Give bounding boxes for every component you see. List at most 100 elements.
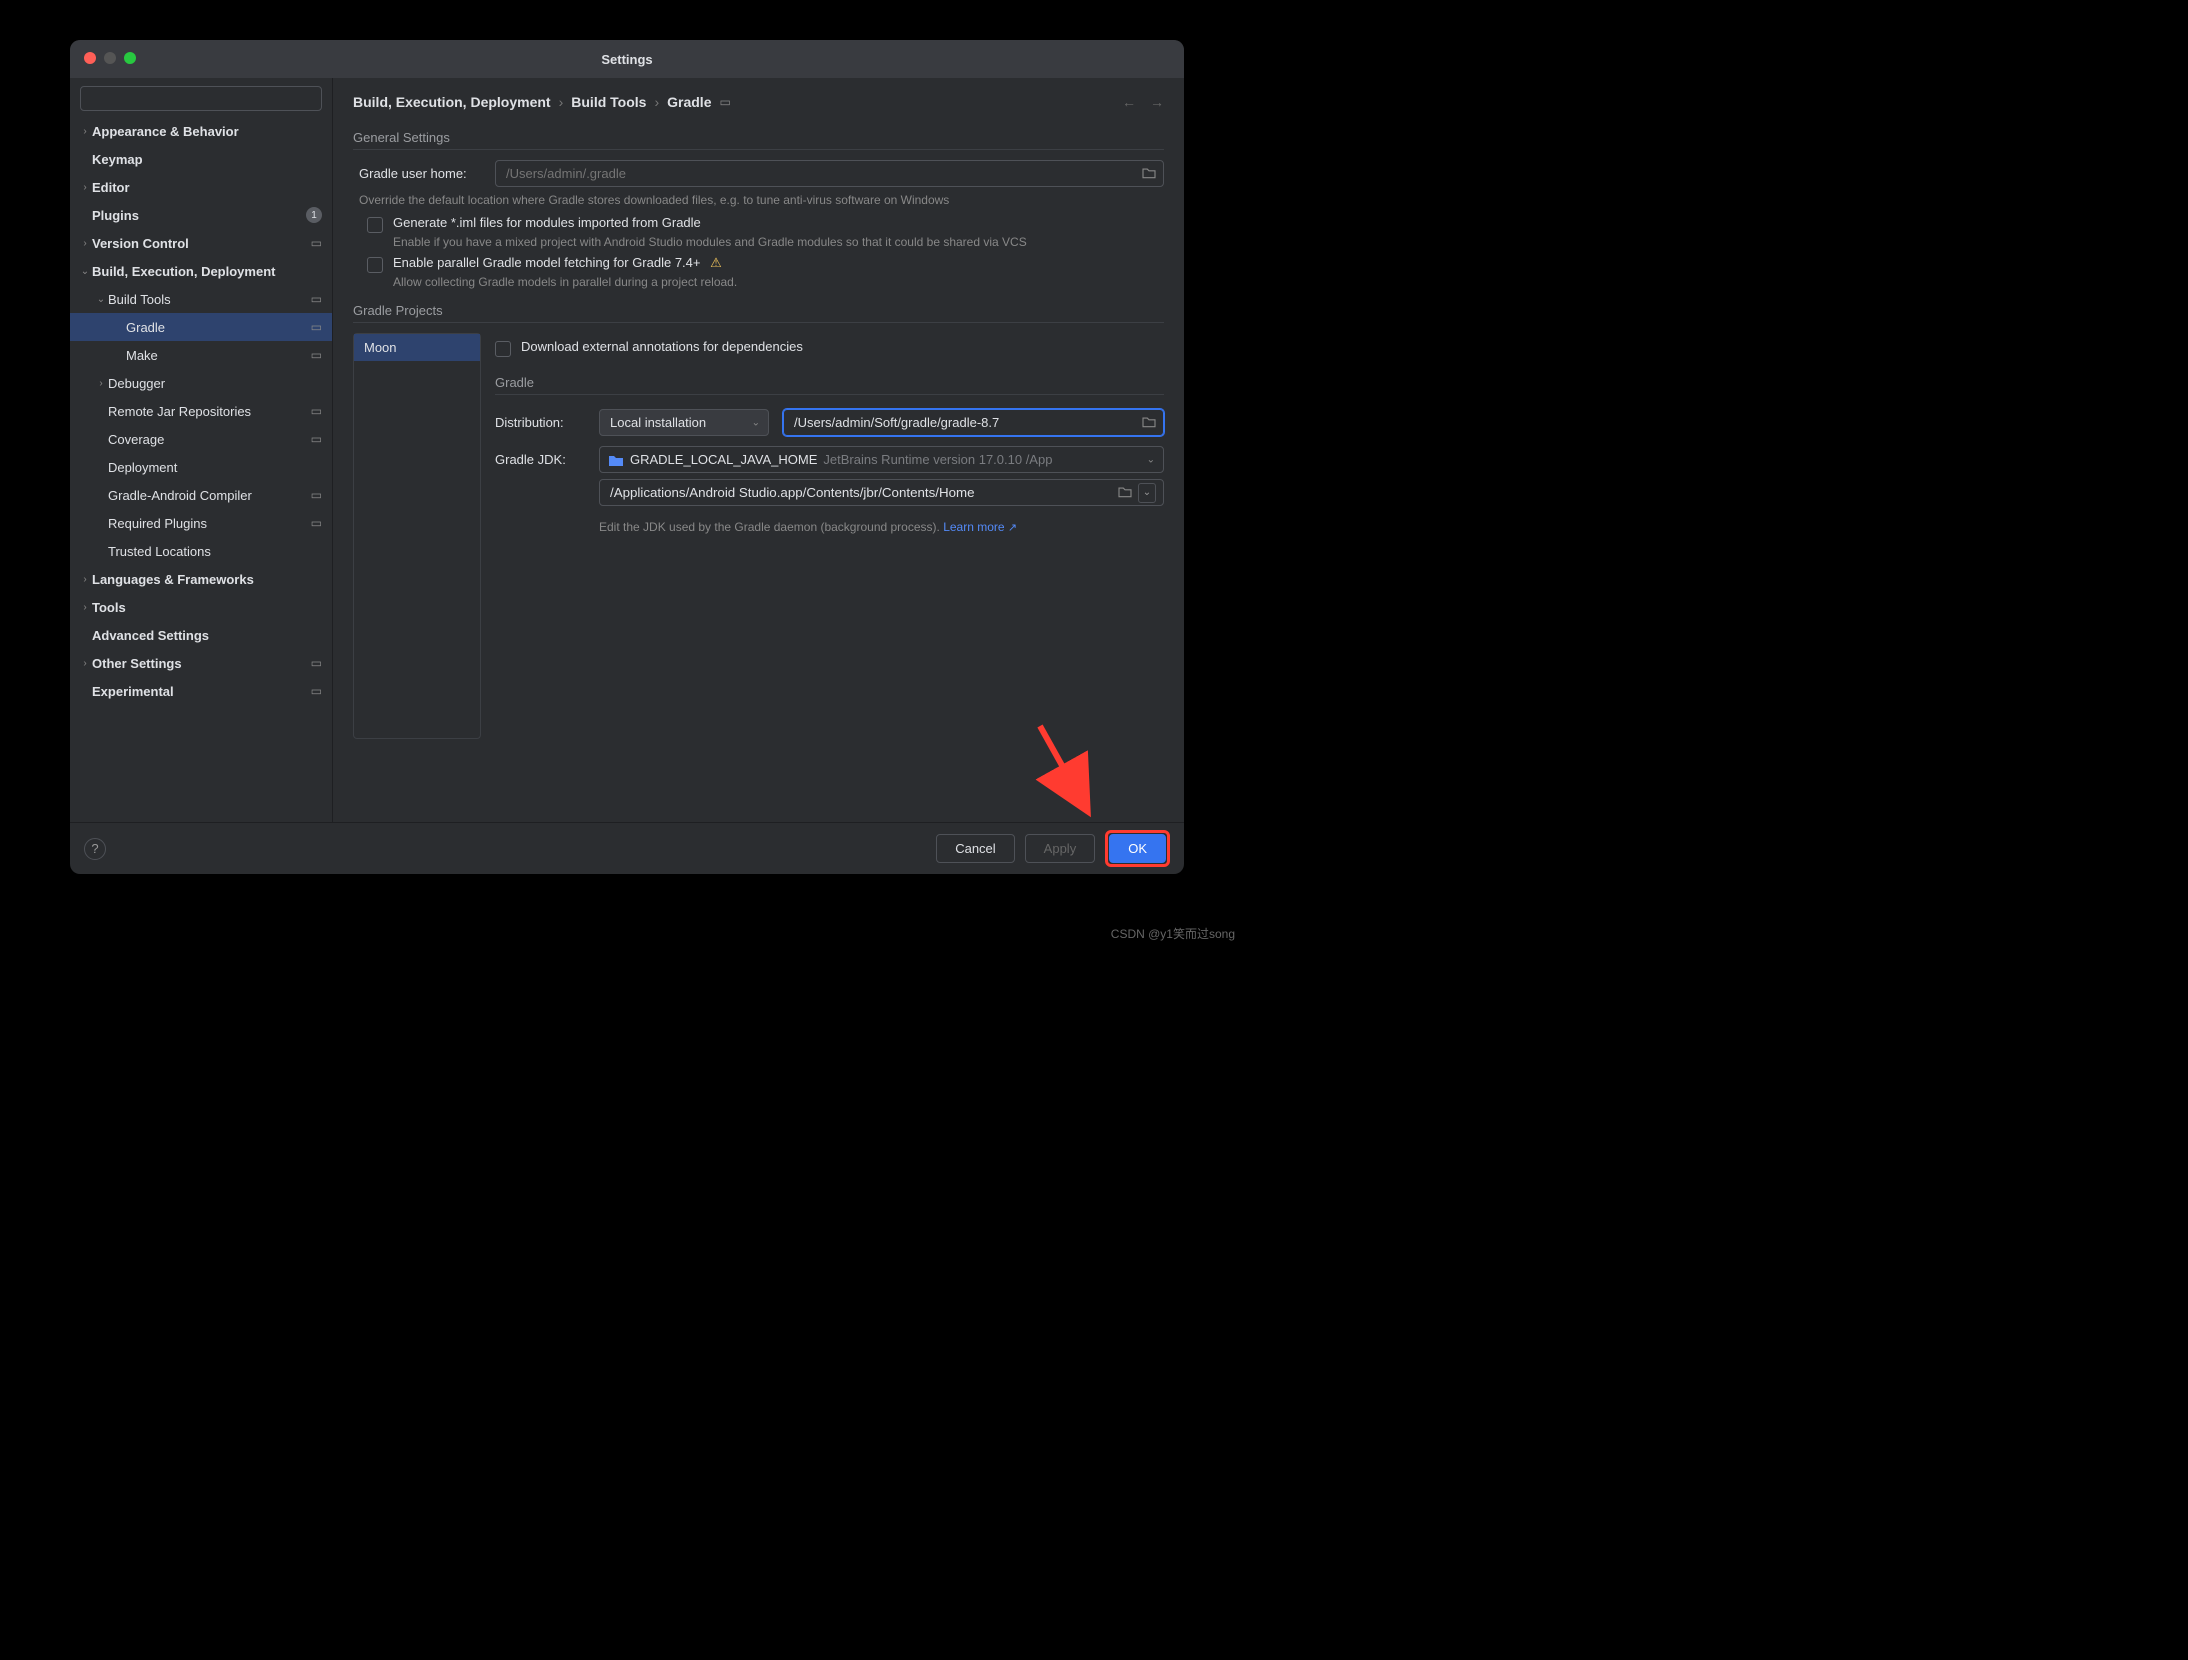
nav-back-button[interactable]: ← (1122, 94, 1136, 110)
sidebar-item-make[interactable]: Make▭ (70, 341, 332, 369)
sidebar-item-label: Build Tools (108, 292, 311, 307)
watermark: CSDN @y1笑而过song (1111, 925, 1235, 942)
jdk-select[interactable]: GRADLE_LOCAL_JAVA_HOME JetBrains Runtime… (599, 446, 1164, 473)
folder-icon[interactable] (1142, 415, 1156, 430)
project-scope-icon: ▭ (311, 684, 322, 698)
search-input[interactable] (80, 86, 322, 111)
settings-tree[interactable]: ›Appearance & BehaviorKeymap›EditorPlugi… (70, 115, 332, 822)
user-home-input[interactable] (495, 160, 1164, 187)
jdk-path-input[interactable] (599, 479, 1164, 506)
project-scope-icon: ▭ (311, 516, 322, 530)
chevron-down-icon: ⌄ (752, 417, 760, 428)
sidebar-item-label: Experimental (92, 684, 311, 699)
sidebar-item-remote-jar-repositories[interactable]: Remote Jar Repositories▭ (70, 397, 332, 425)
sidebar-item-build-execution-deployment[interactable]: ⌄Build, Execution, Deployment (70, 257, 332, 285)
sidebar-item-experimental[interactable]: Experimental▭ (70, 677, 332, 705)
gradle-subsection-title: Gradle (495, 375, 1164, 390)
sidebar-item-label: Required Plugins (108, 516, 311, 531)
ok-button[interactable]: OK (1109, 834, 1166, 863)
parallel-checkbox-row: Enable parallel Gradle model fetching fo… (367, 255, 1164, 273)
folder-icon[interactable] (1142, 166, 1156, 181)
breadcrumb-2[interactable]: Build Tools (571, 94, 646, 110)
jdk-path-dropdown-button[interactable]: ⌄ (1138, 483, 1156, 503)
sidebar-item-label: Gradle-Android Compiler (108, 488, 311, 503)
traffic-lights (84, 52, 136, 64)
chevron-right-icon: › (78, 574, 92, 585)
sidebar-item-plugins[interactable]: Plugins 1 (70, 201, 332, 229)
sidebar-item-label: Other Settings (92, 656, 311, 671)
search-container: Q⁺ (70, 78, 332, 115)
divider (353, 149, 1164, 150)
project-item-moon[interactable]: Moon (354, 334, 480, 361)
general-settings-title: General Settings (353, 130, 1164, 145)
project-scope-icon: ▭ (311, 404, 322, 418)
help-button[interactable]: ? (84, 838, 106, 860)
iml-label[interactable]: Generate *.iml files for modules importe… (393, 215, 701, 230)
sidebar-item-gradle[interactable]: Gradle▭ (70, 313, 332, 341)
chevron-right-icon: › (78, 602, 92, 613)
sidebar-item-build-tools[interactable]: ⌄Build Tools▭ (70, 285, 332, 313)
sidebar-item-version-control[interactable]: ›Version Control▭ (70, 229, 332, 257)
sidebar-item-label: Appearance & Behavior (92, 124, 322, 139)
breadcrumb: Build, Execution, Deployment › Build Too… (353, 94, 1112, 110)
sidebar-item-editor[interactable]: ›Editor (70, 173, 332, 201)
project-scope-icon: ▭ (311, 432, 322, 446)
folder-icon[interactable] (1118, 485, 1132, 500)
sidebar-item-label: Make (126, 348, 311, 363)
project-scope-icon: ▭ (311, 236, 322, 250)
distribution-label: Distribution: (495, 415, 585, 430)
jdk-folder-icon (608, 453, 624, 467)
sidebar-item-other-settings[interactable]: ›Other Settings▭ (70, 649, 332, 677)
project-scope-icon: ▭ (311, 292, 322, 306)
external-link-icon: ↗ (1008, 522, 1017, 534)
sidebar-item-advanced-settings[interactable]: Advanced Settings (70, 621, 332, 649)
window-body: Q⁺ ›Appearance & BehaviorKeymap›EditorPl… (70, 78, 1184, 822)
sidebar-item-coverage[interactable]: Coverage▭ (70, 425, 332, 453)
sidebar-item-appearance-behavior[interactable]: ›Appearance & Behavior (70, 117, 332, 145)
download-ext-row: Download external annotations for depend… (495, 339, 1164, 357)
sidebar-item-languages-frameworks[interactable]: ›Languages & Frameworks (70, 565, 332, 593)
learn-more-link[interactable]: Learn more ↗ (943, 520, 1017, 534)
sidebar-item-label: Debugger (108, 376, 322, 391)
download-ext-label[interactable]: Download external annotations for depend… (521, 339, 803, 354)
edit-jdk-help: Edit the JDK used by the Gradle daemon (… (599, 520, 1164, 534)
chevron-right-icon: › (654, 94, 659, 110)
sidebar-item-label: Gradle (126, 320, 311, 335)
nav-forward-button[interactable]: → (1150, 94, 1164, 110)
projects-list[interactable]: Moon (353, 333, 481, 739)
parallel-checkbox[interactable] (367, 257, 383, 273)
sidebar-item-required-plugins[interactable]: Required Plugins▭ (70, 509, 332, 537)
user-home-input-wrap (495, 160, 1164, 187)
ok-highlight-annotation: OK (1105, 830, 1170, 867)
close-window-button[interactable] (84, 52, 96, 64)
sidebar-item-label: Trusted Locations (108, 544, 322, 559)
distribution-path-input[interactable] (783, 409, 1164, 436)
project-scope-icon: ▭ (311, 320, 322, 334)
parallel-label[interactable]: Enable parallel Gradle model fetching fo… (393, 255, 722, 271)
sidebar-item-label: Coverage (108, 432, 311, 447)
breadcrumb-1[interactable]: Build, Execution, Deployment (353, 94, 551, 110)
project-scope-icon: ▭ (311, 656, 322, 670)
chevron-right-icon: › (78, 126, 92, 137)
maximize-window-button[interactable] (124, 52, 136, 64)
sidebar-item-label: Plugins (92, 208, 300, 223)
breadcrumb-3: Gradle (667, 94, 711, 110)
sidebar-item-trusted-locations[interactable]: Trusted Locations (70, 537, 332, 565)
sidebar-item-label: Editor (92, 180, 322, 195)
chevron-right-icon: › (94, 378, 108, 389)
sidebar-item-deployment[interactable]: Deployment (70, 453, 332, 481)
distribution-select[interactable]: Local installation ⌄ (599, 409, 769, 436)
sidebar-item-debugger[interactable]: ›Debugger (70, 369, 332, 397)
settings-window: Settings Q⁺ ›Appearance & BehaviorKeymap… (70, 40, 1184, 874)
sidebar-item-gradle-android-compiler[interactable]: Gradle-Android Compiler▭ (70, 481, 332, 509)
cancel-button[interactable]: Cancel (936, 834, 1014, 863)
apply-button[interactable]: Apply (1025, 834, 1096, 863)
sidebar-item-tools[interactable]: ›Tools (70, 593, 332, 621)
distribution-row: Distribution: Local installation ⌄ (495, 409, 1164, 436)
count-badge: 1 (306, 207, 322, 223)
iml-checkbox[interactable] (367, 217, 383, 233)
download-ext-checkbox[interactable] (495, 341, 511, 357)
minimize-window-button[interactable] (104, 52, 116, 64)
jdk-row: Gradle JDK: GRADLE_LOCAL_JAVA_HOME JetBr… (495, 446, 1164, 473)
sidebar-item-keymap[interactable]: Keymap (70, 145, 332, 173)
